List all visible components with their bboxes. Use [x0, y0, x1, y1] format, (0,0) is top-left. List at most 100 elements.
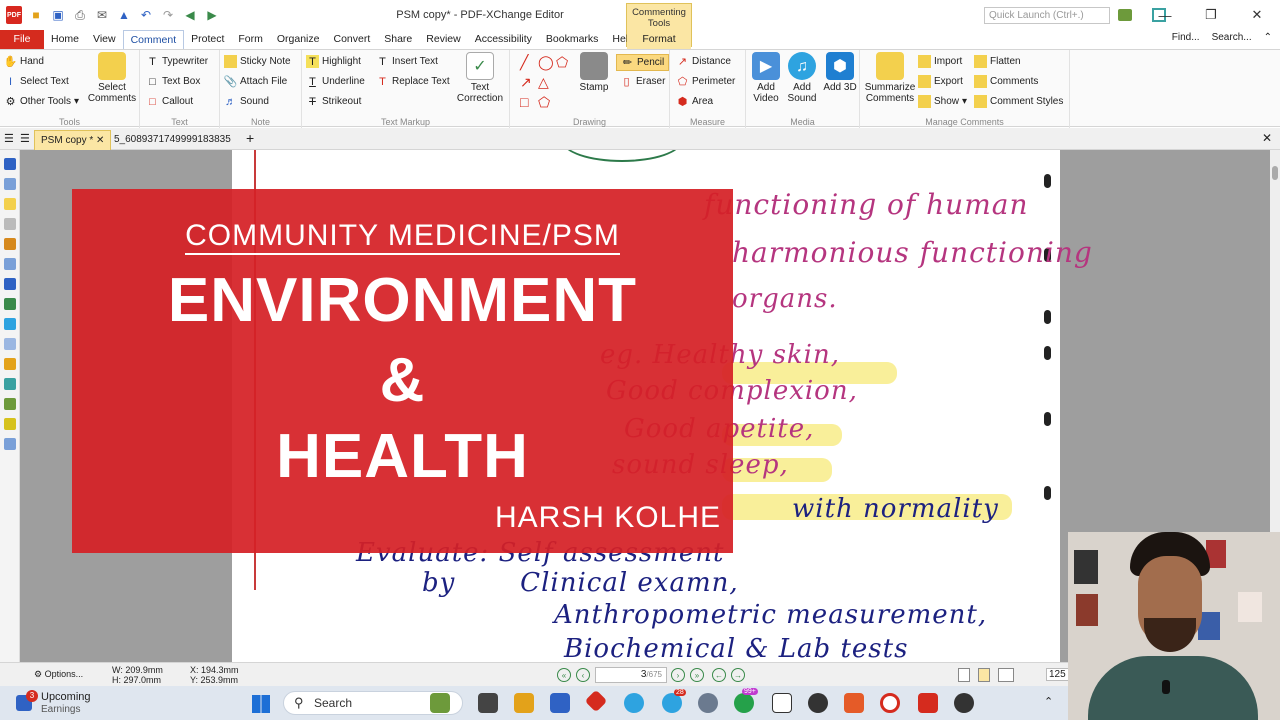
app-blue-icon[interactable] [624, 693, 644, 713]
email-icon[interactable]: ✉ [94, 7, 110, 23]
typewriter-tool[interactable]: T Typewriter [146, 55, 208, 68]
restore-icon[interactable]: ❐ [1188, 0, 1234, 30]
text-box-tool[interactable]: □ Text Box [146, 75, 200, 88]
history-forward-icon[interactable]: → [731, 668, 745, 682]
select-text-tool[interactable]: I Select Text [4, 75, 69, 88]
search-highlight-icon[interactable] [430, 693, 450, 713]
close-document-icon[interactable]: ✕ [1262, 131, 1272, 145]
export-button[interactable]: Export [918, 75, 963, 88]
tab-accessibility[interactable]: Accessibility [468, 30, 539, 49]
polygon-icon[interactable]: ⬠ [556, 54, 568, 71]
file-explorer-icon[interactable] [514, 693, 534, 713]
info-icon[interactable] [3, 438, 16, 450]
task-view-icon[interactable] [478, 693, 498, 713]
single-page-view-icon[interactable] [958, 668, 970, 682]
show-dropdown[interactable]: Show ▾ [918, 95, 967, 108]
insert-text-tool[interactable]: T Insert Text [376, 55, 438, 68]
pdf-xchange-icon[interactable] [918, 693, 938, 713]
add-video-button[interactable]: ▶ Add Video [748, 52, 784, 104]
fields-icon[interactable] [3, 258, 16, 270]
perimeter-tool[interactable]: ⬠ Perimeter [676, 75, 736, 88]
prev-page-icon[interactable]: ‹ [576, 668, 590, 682]
scrollbar-thumb[interactable] [1272, 166, 1278, 180]
other-tools-dropdown[interactable]: ⚙ Other Tools ▾ [4, 95, 79, 108]
summarize-comments-button[interactable]: Summarize Comments [862, 52, 918, 104]
add-sound-button[interactable]: ♫ Add Sound [784, 52, 820, 104]
brave-icon[interactable] [844, 693, 864, 713]
shape-icon[interactable]: △ [538, 74, 549, 91]
layers-icon[interactable] [3, 238, 16, 250]
area-tool[interactable]: ⬢ Area [676, 95, 713, 108]
order-icon[interactable] [3, 398, 16, 410]
collapse-ribbon-icon[interactable]: ⌃ [1264, 32, 1272, 43]
select-comments-button[interactable]: Select Comments [86, 52, 138, 104]
scan-icon[interactable]: ▲ [116, 7, 132, 23]
tab-format[interactable]: Format [627, 30, 691, 49]
tab-view[interactable]: View [86, 30, 123, 49]
tab-convert[interactable]: Convert [326, 30, 377, 49]
doc-tab-second[interactable]: 5_6089371749999183835 [108, 130, 237, 150]
flatten-button[interactable]: Flatten [974, 55, 1021, 68]
back-icon[interactable]: ◀ [182, 7, 198, 23]
attach-file-tool[interactable]: 📎 Attach File [224, 75, 288, 88]
comment-icon[interactable] [3, 198, 16, 210]
hand-tool[interactable]: ✋ Hand [4, 55, 44, 68]
tab-comment[interactable]: Comment [122, 30, 185, 49]
tab-form[interactable]: Form [231, 30, 270, 49]
stamp-panel-icon[interactable] [3, 418, 16, 430]
arrow-icon[interactable]: ↗ [520, 74, 532, 91]
bookmark-icon[interactable] [3, 158, 16, 170]
page-number-input[interactable]: 3/675 [595, 667, 667, 683]
store-icon[interactable] [550, 693, 570, 713]
line-icon[interactable]: ╱ [520, 54, 528, 71]
new-tab-icon[interactable]: + [246, 130, 254, 146]
comments-button[interactable]: Comments [974, 75, 1038, 88]
tab-protect[interactable]: Protect [184, 30, 231, 49]
forward-icon[interactable]: ▶ [204, 7, 220, 23]
cloud-icon[interactable]: ⬠ [538, 94, 550, 111]
quick-launch-input[interactable]: Quick Launch (Ctrl+.) [984, 7, 1110, 24]
tray-chevron-icon[interactable]: ⌃ [1044, 695, 1053, 708]
sticky-note-tool[interactable]: Sticky Note [224, 55, 291, 68]
first-page-icon[interactable]: « [557, 668, 571, 682]
options-button[interactable]: ⚙ Options... [34, 669, 83, 680]
pencil-tool[interactable]: ✏ Pencil [616, 54, 670, 71]
distance-tool[interactable]: ↗ Distance [676, 55, 731, 68]
import-button[interactable]: Import [918, 55, 962, 68]
stamp-button[interactable]: Stamp [576, 52, 612, 93]
underline-tool[interactable]: T Underline [306, 75, 365, 88]
rectangle-icon[interactable]: □ [520, 94, 528, 110]
next-page-icon[interactable]: › [671, 668, 685, 682]
link-icon[interactable] [3, 358, 16, 370]
save-icon[interactable]: ▣ [50, 7, 66, 23]
eraser-tool[interactable]: ▯ Eraser [620, 75, 665, 88]
callout-tool[interactable]: □ Callout [146, 95, 193, 108]
opera-icon[interactable] [880, 693, 900, 713]
replace-text-tool[interactable]: T Replace Text [376, 75, 450, 88]
text-correction-button[interactable]: ✓ Text Correction [452, 52, 508, 104]
panel-toggle-icon[interactable]: ☰ [4, 132, 14, 145]
minimize-icon[interactable]: — [1142, 0, 1188, 30]
circle-icon[interactable]: ◯ [538, 54, 554, 71]
app-diamond-icon[interactable] [584, 689, 608, 713]
whatsapp-icon[interactable] [734, 693, 754, 713]
chatgpt-icon[interactable] [808, 693, 828, 713]
facing-view-icon[interactable] [998, 668, 1014, 682]
tab-menu-icon[interactable]: ☰ [20, 132, 30, 145]
add-3d-button[interactable]: ⬢ Add 3D [822, 52, 858, 93]
ui-options-icon[interactable] [1118, 9, 1132, 21]
find-button[interactable]: Find... [1172, 32, 1200, 43]
structure-icon[interactable] [3, 338, 16, 350]
continuous-view-icon[interactable] [978, 668, 990, 682]
tab-home[interactable]: Home [44, 30, 86, 49]
tab-organize[interactable]: Organize [270, 30, 327, 49]
doc-tab-psm-copy[interactable]: PSM copy * ✕ [34, 130, 112, 150]
tab-file[interactable]: File [0, 30, 44, 49]
signatures-icon[interactable] [3, 318, 16, 330]
last-page-icon[interactable]: » [690, 668, 704, 682]
widget-button[interactable]: 3 Upcoming Earnings [14, 688, 124, 718]
content-icon[interactable] [3, 278, 16, 290]
tab-bookmarks[interactable]: Bookmarks [539, 30, 606, 49]
sound-tool[interactable]: ♬ Sound [224, 95, 269, 108]
notion-icon[interactable] [772, 693, 792, 713]
